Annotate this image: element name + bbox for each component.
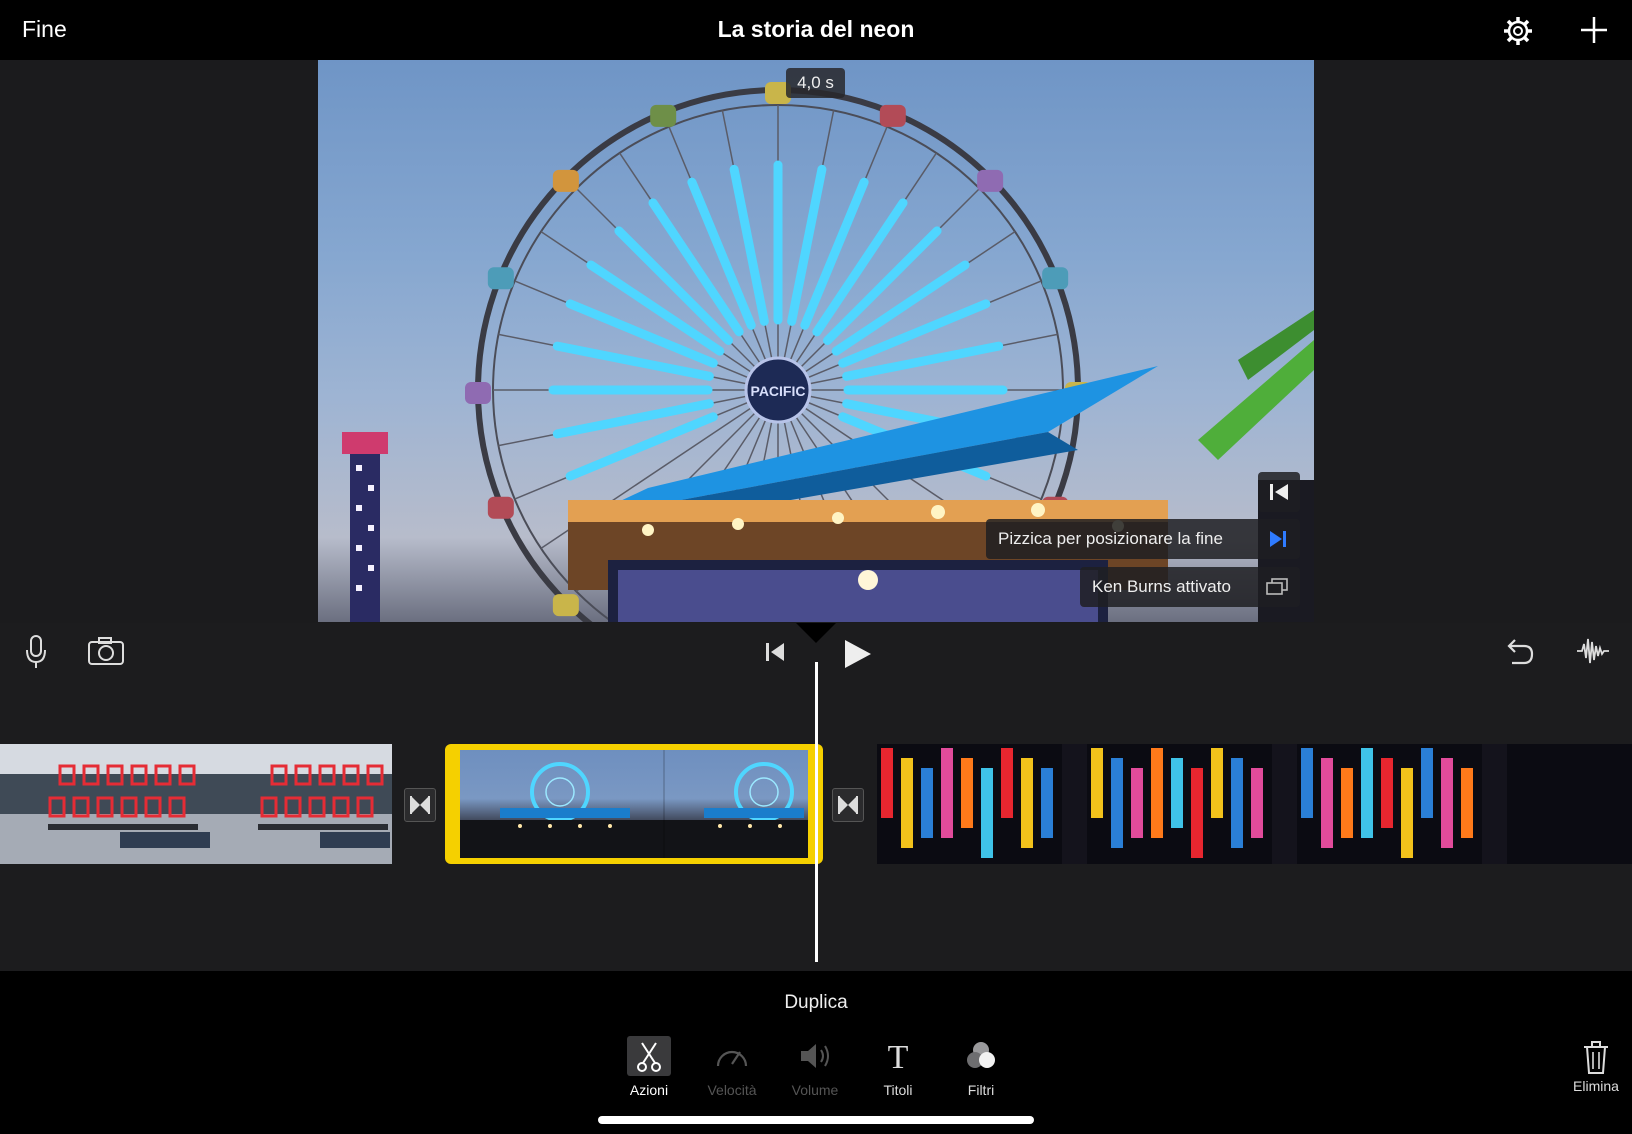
tab-filters-label: Filtri [967, 1082, 995, 1098]
svg-text:T: T [888, 1039, 909, 1076]
delete-button[interactable]: Elimina [1556, 1040, 1632, 1094]
audio-waveform-icon[interactable] [1576, 634, 1610, 673]
camera-icon[interactable] [87, 636, 125, 671]
tab-titles[interactable]: T Titoli [858, 1036, 938, 1098]
transition-icon [410, 796, 430, 814]
clip-ferris-wheel-selected[interactable] [445, 744, 823, 864]
skip-to-start-button[interactable] [1258, 472, 1300, 512]
title-text-icon: T [888, 1039, 909, 1076]
project-title: La storia del neon [717, 16, 915, 42]
tab-actions[interactable]: Azioni [609, 1036, 689, 1098]
transition-button-1[interactable] [404, 788, 436, 822]
transition-icon [838, 796, 858, 814]
speaker-icon [801, 1044, 829, 1068]
delete-label: Elimina [1573, 1078, 1619, 1094]
filters-icon [967, 1042, 995, 1068]
tab-volume[interactable]: Volume [775, 1036, 855, 1098]
skip-back-icon[interactable] [764, 640, 786, 669]
tab-speed[interactable]: Velocità [692, 1036, 772, 1098]
transition-button-2[interactable] [832, 788, 864, 822]
pinch-hint: Pizzica per posizionare la fine [986, 519, 1300, 559]
play-button[interactable] [843, 638, 873, 675]
public-market-thumbnail [0, 744, 392, 864]
ken-burns-toggle[interactable]: Ken Burns attivato [1080, 567, 1300, 607]
tab-titles-label: Titoli [883, 1082, 913, 1098]
undo-icon[interactable] [1502, 636, 1536, 671]
playhead-marker [796, 623, 836, 643]
home-indicator [598, 1116, 1034, 1124]
neon-street-thumbnail [881, 744, 1507, 864]
clip-neon-street[interactable] [877, 744, 1632, 864]
ferris-wheel-thumbnail [460, 750, 808, 858]
microphone-icon[interactable] [24, 634, 48, 675]
settings-gear-icon[interactable] [1502, 15, 1534, 47]
pinch-hint-text: Pizzica per posizionare la fine [998, 529, 1223, 548]
duration-label: 4,0 s [786, 68, 845, 98]
tab-filters[interactable]: Filtri [941, 1036, 1021, 1098]
playhead-line[interactable] [815, 662, 818, 962]
duplicate-action-hint[interactable]: Duplica [0, 992, 1632, 1014]
tab-actions-label: Azioni [629, 1082, 669, 1098]
svg-text:PACIFIC: PACIFIC [751, 383, 806, 399]
end-marker-icon [1270, 531, 1286, 547]
tab-volume-label: Volume [791, 1082, 839, 1098]
speedometer-icon [716, 1050, 748, 1067]
clip-public-market[interactable] [0, 744, 392, 864]
trash-icon [1584, 1041, 1608, 1074]
ken-burns-label: Ken Burns attivato [1092, 577, 1231, 596]
scissors-icon [627, 1036, 671, 1076]
tab-speed-label: Velocità [707, 1082, 757, 1098]
ken-burns-icon [1266, 578, 1288, 595]
add-media-icon[interactable] [1578, 14, 1610, 46]
